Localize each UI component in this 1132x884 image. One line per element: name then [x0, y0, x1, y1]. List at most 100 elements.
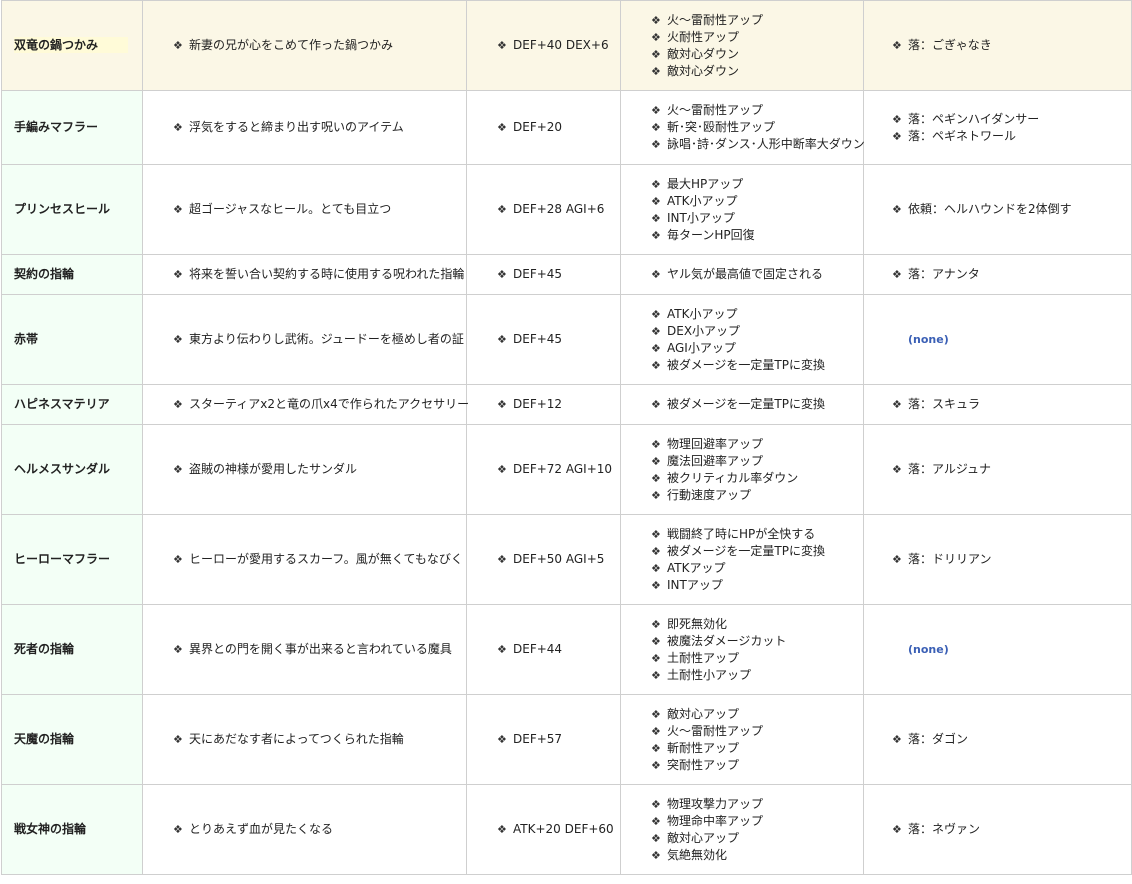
item-effect-text: 斬･突･殴耐性アップ — [667, 120, 776, 134]
bullet-icon: ❖ — [173, 121, 183, 134]
item-description-cell: ❖ ヒーローが愛用するスカーフ。風が無くてもなびく — [142, 514, 467, 605]
item-description-text: 東方より伝わりし武術。ジュードーを極めし者の証 — [189, 332, 464, 346]
item-effect: ❖ 斬･突･殴耐性アップ — [651, 119, 863, 136]
item-source-text: 落：ダゴン — [908, 732, 969, 746]
item-source-cell: ❖ 落：ごぎゃなき — [863, 0, 1132, 91]
item-effect: ❖ 被ダメージを一定量TPに変換 — [651, 543, 863, 560]
table-row: ハピネスマテリア ❖ スターティアx2と竜の爪x4で作られたアクセサリー ❖ DEF+1… — [1, 384, 1132, 425]
item-description-cell: ❖ スターティアx2と竜の爪x4で作られたアクセサリー — [142, 384, 469, 425]
item-source-text: 落：ごぎゃなき — [908, 38, 992, 52]
item-description: ❖ とりあえず血が見たくなる — [173, 821, 466, 838]
item-effect: ❖ ATK小アップ — [651, 306, 863, 323]
item-effect: ❖ ATK小アップ — [651, 193, 863, 210]
item-effect-text: 即死無効化 — [667, 616, 728, 631]
item-stats: ❖ ATK+20 DEF+60 — [497, 821, 620, 838]
item-effect-text: 火～雷耐性アップ — [667, 103, 764, 117]
item-source: ❖ 落：ドリリアン — [892, 551, 1131, 568]
item-effect: ❖ 土耐性小アップ — [651, 667, 863, 684]
item-effects-cell: ❖ 敵対心アップ ❖ 火～雷耐性アップ ❖ 斬耐性アップ ❖ 突耐性アップ — [620, 694, 864, 785]
bullet-icon: ❖ — [497, 268, 507, 281]
item-source-text: 落：スキュラ — [908, 397, 981, 411]
item-source-cell: ❖ 落：アナンタ — [863, 254, 1132, 295]
item-source-cell: ❖ 落：スキュラ — [863, 384, 1132, 425]
bullet-icon: ❖ — [497, 121, 507, 134]
item-effect: ❖ 物理攻撃力アップ — [651, 796, 863, 813]
item-name-cell: 赤帯 — [1, 294, 143, 385]
bullet-icon: ❖ — [651, 651, 661, 665]
bullet-icon: ❖ — [651, 307, 661, 321]
item-description-cell: ❖ 浮気をすると締まり出す呪いのアイテム — [142, 90, 467, 165]
item-effect: ❖ 敵対心ダウン — [651, 63, 863, 80]
item-effect-text: 火～雷耐性アップ — [667, 723, 764, 738]
item-effect-text: 敵対心アップ — [667, 706, 740, 721]
item-name: 天魔の指輪 — [14, 732, 75, 746]
item-source: ❖ 落：アルジュナ — [892, 461, 1131, 478]
bullet-icon: ❖ — [651, 814, 661, 828]
bullet-icon: ❖ — [892, 112, 902, 126]
item-description: ❖ 超ゴージャスなヒール。とても目立つ — [173, 201, 466, 218]
bullet-icon: ❖ — [651, 527, 661, 541]
item-description: ❖ 異界との門を開く事が出来ると言われている魔具 — [173, 641, 466, 658]
item-stats-cell: ❖ DEF+50 AGI+5 — [466, 514, 621, 605]
item-stats-text: DEF+20 — [513, 120, 563, 134]
bullet-icon: ❖ — [651, 47, 661, 61]
item-stats-text: DEF+28 AGI+6 — [513, 202, 605, 216]
item-stats-text: DEF+57 — [513, 732, 563, 746]
item-effect-text: ATKアップ — [667, 560, 726, 575]
bullet-icon: ❖ — [173, 823, 183, 836]
item-source-cell: (none) — [863, 294, 1132, 385]
bullet-icon: ❖ — [497, 463, 507, 476]
bullet-icon: ❖ — [892, 463, 902, 476]
item-effects-cell: ❖ ヤル気が最高値で固定される — [620, 254, 864, 295]
bullet-icon: ❖ — [651, 228, 661, 242]
bullet-icon: ❖ — [173, 268, 183, 281]
no-source-label: (none) — [908, 333, 949, 346]
item-name-cell: 契約の指輪 — [1, 254, 143, 295]
item-source-cell: (none) — [863, 604, 1132, 695]
bullet-icon: ❖ — [497, 333, 507, 346]
item-stats: ❖ DEF+40 DEX+6 — [497, 37, 620, 54]
table-row: ヒーローマフラー ❖ ヒーローが愛用するスカーフ。風が無くてもなびく ❖ DEF+50 … — [1, 514, 1132, 605]
item-description: ❖ 新妻の兄が心をこめて作った鍋つかみ — [173, 37, 466, 54]
item-stats-text: DEF+40 DEX+6 — [513, 38, 609, 52]
item-description: ❖ 将来を誓い合い契約する時に使用する呪われた指輪 — [173, 266, 466, 283]
item-stats: ❖ DEF+57 — [497, 731, 620, 748]
bullet-icon: ❖ — [892, 733, 902, 746]
bullet-icon: ❖ — [651, 634, 661, 648]
bullet-icon: ❖ — [892, 268, 902, 281]
item-effects-cell: ❖ 戦闘終了時にHPが全快する ❖ 被ダメージを一定量TPに変換 ❖ ATKアップ ❖ INT… — [620, 514, 864, 605]
bullet-icon: ❖ — [651, 544, 661, 558]
table-row: 死者の指輪 ❖ 異界との門を開く事が出来ると言われている魔具 ❖ DEF+44 ❖ 即死無効… — [1, 604, 1132, 695]
item-effect-text: 魔法回避率アップ — [667, 453, 764, 468]
item-effect: ❖ 最大HPアップ — [651, 176, 863, 193]
bullet-icon: ❖ — [651, 30, 661, 44]
item-source-text: 落：ペギネトワール — [908, 128, 1017, 143]
item-source: ❖ 落：スキュラ — [892, 396, 1131, 413]
item-effects-cell: ❖ 物理攻撃力アップ ❖ 物理命中率アップ ❖ 敵対心アップ ❖ 気絶無効化 — [620, 784, 864, 875]
bullet-icon: ❖ — [497, 823, 507, 836]
item-name-cell: ヘルメスサンダル — [1, 424, 143, 515]
item-effect: ❖ 土耐性アップ — [651, 650, 863, 667]
item-source: ❖ 落：ごぎゃなき — [892, 37, 1131, 54]
bullet-icon: ❖ — [173, 643, 183, 656]
bullet-icon: ❖ — [173, 203, 183, 216]
item-stats-text: DEF+50 AGI+5 — [513, 552, 605, 566]
bullet-icon: ❖ — [651, 848, 661, 862]
bullet-icon: ❖ — [651, 324, 661, 338]
bullet-icon: ❖ — [173, 553, 183, 566]
bullet-icon: ❖ — [497, 643, 507, 656]
item-source: ❖ 落：ペギネトワール — [892, 128, 1131, 145]
item-effect: ❖ 詠唱･詩･ダンス･人形中断率大ダウン — [651, 136, 865, 153]
item-description-text: 将来を誓い合い契約する時に使用する呪われた指輪 — [189, 267, 465, 281]
item-name: ハピネスマテリア — [14, 397, 110, 411]
table-row: 天魔の指輪 ❖ 天にあだなす者によってつくられた指輪 ❖ DEF+57 ❖ 敵対心アップ ❖ 火… — [1, 694, 1132, 785]
bullet-icon: ❖ — [651, 121, 661, 134]
item-effect: ❖ 火～雷耐性アップ — [651, 102, 863, 119]
item-description: ❖ 東方より伝わりし武術。ジュードーを極めし者の証 — [173, 331, 466, 348]
item-description: ❖ 天にあだなす者によってつくられた指輪 — [173, 731, 466, 748]
item-name: 双竜の鍋つかみ — [14, 37, 129, 53]
item-stats-cell: ❖ DEF+57 — [466, 694, 621, 785]
item-effect-text: 突耐性アップ — [667, 757, 740, 772]
bullet-icon: ❖ — [651, 758, 661, 772]
item-source-cell: ❖ 落：ペギンハイダンサー ❖ 落：ペギネトワール — [863, 90, 1132, 165]
